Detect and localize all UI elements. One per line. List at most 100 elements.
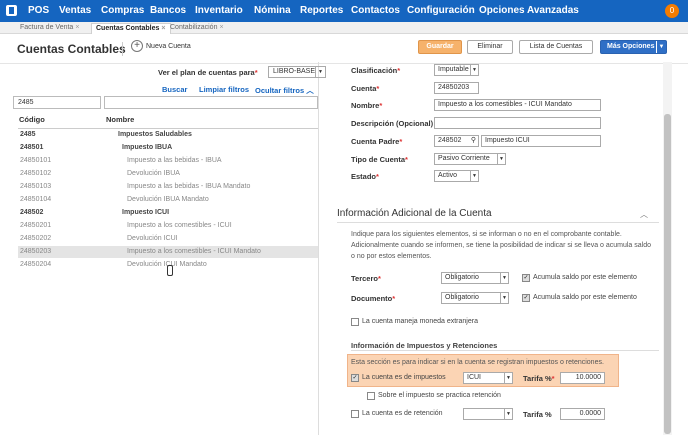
plan-label: Ver el plan de cuentas para* [158,68,258,77]
code-filter-input[interactable]: 2485 [13,96,101,109]
moneda-extranjera-label: La cuenta maneja moneda extranjera [362,318,478,325]
nav-nomina[interactable]: Nómina [254,5,291,16]
row-name: Devolución IBUA [127,170,180,177]
estado-label: Estado* [351,172,379,181]
cuenta-label: Cuenta* [351,84,379,93]
table-row[interactable]: 248501 Impuesto IBUA [18,142,318,154]
search-icon[interactable]: ⚲ [471,136,476,146]
chevron-up-icon[interactable]: ︿ [640,209,648,220]
descripcion-input[interactable] [434,117,601,129]
divider [337,222,659,223]
clear-filters-link[interactable]: Limpiar filtros [199,85,249,94]
table-row[interactable]: 248502 Impuesto ICUI [18,207,318,219]
table-row[interactable]: 24850103 Impuesto a las bebidas - IBUA Ma… [18,181,318,193]
nav-compras[interactable]: Compras [101,5,144,16]
table-row[interactable]: 24850202 Devolución ICUI [18,233,318,245]
documento-acumula-checkbox[interactable]: ✓ [522,294,530,302]
mouse-cursor-icon [167,265,173,276]
column-code[interactable]: Código [19,115,45,124]
more-options-button[interactable]: Más Opciones ▼ [600,40,667,54]
table-row-selected[interactable]: 24850203 Impuesto a los comestibles - ICU… [18,246,318,258]
hide-filters-label: Ocultar filtros [255,86,305,95]
tarifa2-input[interactable]: 0.0000 [560,408,605,420]
new-account-button[interactable]: + Nueva Cuenta [131,40,191,52]
clasificacion-value: Imputable [438,66,469,73]
documento-label-text: Documento [351,294,393,303]
taxes-hint: Esta sección es para indicar si en la cu… [351,359,604,366]
tarifa-input[interactable]: 10.0000 [560,372,605,384]
estado-value: Activo [438,172,458,179]
required-mark: * [551,374,555,383]
tax-type-select[interactable]: ICUI ▼ [463,372,513,384]
plan-label-text: Ver el plan de cuentas para [158,68,255,77]
moneda-extranjera-checkbox[interactable] [351,318,359,326]
required-mark: * [399,137,403,146]
taxes-section-title: Información de Impuestos y Retenciones [351,341,498,350]
new-account-label: Nueva Cuenta [146,42,191,50]
table-row[interactable]: 24850102 Devolución IBUA [18,168,318,180]
documento-select[interactable]: Obligatorio ▼ [441,292,509,304]
notification-badge[interactable]: 0 [665,4,679,18]
close-icon[interactable]: × [75,24,79,31]
row-name: Devolución ICUI [127,235,178,242]
nav-pos[interactable]: POS [28,5,49,16]
cuenta-input[interactable]: 24850203 [434,82,479,94]
row-code: 24850102 [20,170,52,177]
nav-bancos[interactable]: Bancos [150,5,186,16]
tax-type-value: ICUI [467,374,481,381]
search-link[interactable]: Buscar [162,85,187,94]
tab-cuentas-contables[interactable]: Cuentas Contables × [91,23,171,34]
tipo-value: Pasivo Corriente [438,155,490,162]
required-mark: * [377,274,381,283]
nav-configuracion[interactable]: Configuración [407,5,475,16]
app-logo-icon[interactable] [6,5,17,16]
tab-factura-de-venta[interactable]: Factura de Venta × [16,23,83,34]
scrollbar-thumb[interactable] [664,114,671,434]
estado-select[interactable]: Activo ▼ [434,170,479,182]
tab-contabilizacion[interactable]: Contabilización × [166,23,228,34]
nombre-label: Nombre* [351,101,382,110]
close-icon[interactable]: × [161,25,165,32]
divider [351,350,659,351]
clasificacion-select[interactable]: Imputable ▼ [434,64,479,76]
nav-reportes[interactable]: Reportes [300,5,343,16]
tipo-select[interactable]: Pasivo Corriente ▼ [434,153,506,165]
cuenta-padre-name-input[interactable]: Impuesto ICUI [481,135,601,147]
hide-filters-link[interactable]: Ocultar filtros ︿ [255,85,314,96]
row-code: 24850104 [20,196,52,203]
form-scrollbar[interactable] [663,62,672,435]
is-tax-checkbox[interactable]: ✓ [351,374,359,382]
nav-ventas[interactable]: Ventas [59,5,91,16]
documento-value: Obligatorio [445,294,479,301]
row-name: Impuesto a las bebidas - IBUA Mandato [127,183,251,190]
retencion-sobre-checkbox[interactable] [367,392,375,400]
nombre-input[interactable]: Impuesto a los comestibles - ICUI Mandat… [434,99,601,111]
table-row[interactable]: 2485 Impuestos Saludables [18,129,318,141]
tercero-acumula-checkbox[interactable]: ✓ [522,274,530,282]
delete-button[interactable]: Eliminar [467,40,513,54]
tercero-select[interactable]: Obligatorio ▼ [441,272,509,284]
account-list-button[interactable]: Lista de Cuentas [519,40,593,54]
row-code: 24850103 [20,183,52,190]
column-name[interactable]: Nombre [106,115,134,124]
table-row[interactable]: 24850101 Impuesto a las bebidas - IBUA [18,155,318,167]
additional-info-title: Información Adicional de la Cuenta [337,208,492,219]
cuenta-padre-code-input[interactable]: 248502 ⚲ [434,135,479,147]
nav-contactos[interactable]: Contactos [351,5,400,16]
tipo-label-text: Tipo de Cuenta [351,155,406,164]
tercero-label-text: Tercero [351,274,378,283]
row-name: Impuesto a las bebidas - IBUA [127,157,222,164]
divider [122,42,123,56]
close-icon[interactable]: × [219,24,223,31]
table-row[interactable]: 24850104 Devolución IBUA Mandato [18,194,318,206]
nav-opciones-avanzadas[interactable]: Opciones Avanzadas [479,5,579,16]
retencion-type-select[interactable]: ▼ [463,408,513,420]
name-filter-input[interactable] [104,96,318,109]
table-row[interactable]: 24850201 Impuesto a los comestibles - ICU… [18,220,318,232]
cuenta-padre-code: 248502 [438,137,462,144]
save-button[interactable]: Guardar [418,40,462,54]
plan-select[interactable]: LIBRO-BASE ▼ [268,66,326,78]
is-retencion-checkbox[interactable] [351,410,359,418]
nav-inventario[interactable]: Inventario [195,5,243,16]
required-mark: * [397,66,401,75]
